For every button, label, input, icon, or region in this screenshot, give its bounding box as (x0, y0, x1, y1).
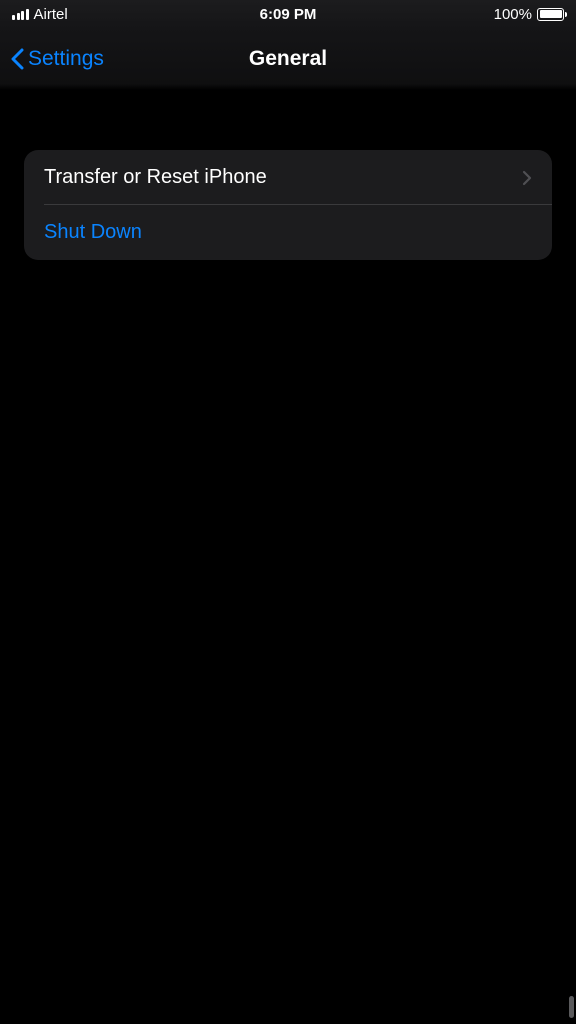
battery-icon (537, 8, 564, 21)
page-title: General (249, 47, 327, 71)
back-label: Settings (28, 47, 104, 71)
transfer-reset-row[interactable]: Transfer or Reset iPhone (24, 150, 552, 205)
shut-down-label: Shut Down (44, 221, 142, 244)
battery-percentage-label: 100% (494, 6, 532, 23)
carrier-label: Airtel (34, 6, 68, 23)
chevron-left-icon (10, 48, 24, 70)
status-bar: Airtel 6:09 PM 100% (0, 0, 576, 28)
clock-label: 6:09 PM (260, 6, 317, 23)
status-right: 100% (494, 6, 564, 23)
chevron-right-icon (522, 170, 532, 186)
status-left: Airtel (12, 6, 68, 23)
back-button[interactable]: Settings (10, 47, 104, 71)
scrollbar-thumb[interactable] (569, 996, 574, 1018)
shut-down-row[interactable]: Shut Down (24, 205, 552, 260)
navigation-bar: Settings General (0, 28, 576, 90)
settings-group: Transfer or Reset iPhone Shut Down (24, 150, 552, 260)
signal-strength-icon (12, 8, 29, 20)
content-area: Transfer or Reset iPhone Shut Down (0, 90, 576, 260)
transfer-reset-label: Transfer or Reset iPhone (44, 166, 267, 189)
